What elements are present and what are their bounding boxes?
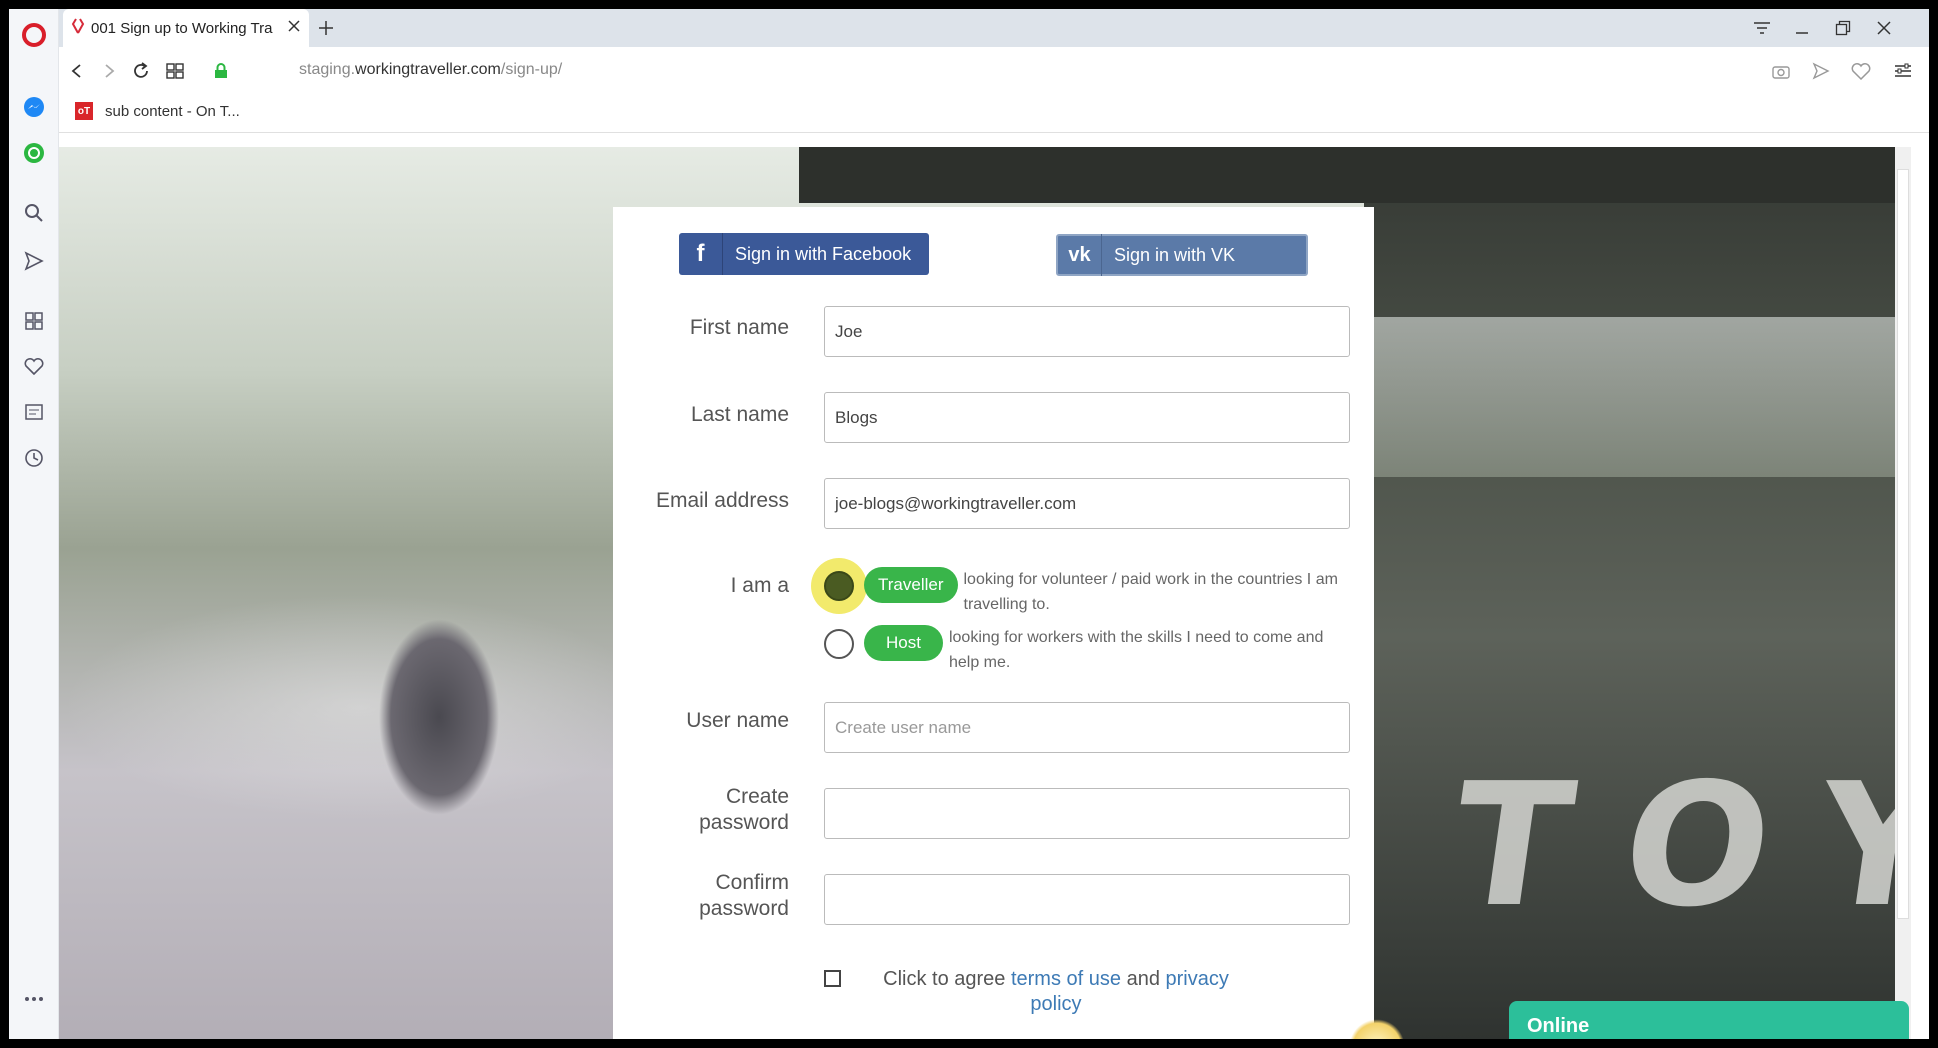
whatsapp-icon[interactable] bbox=[22, 141, 46, 165]
tab-active[interactable]: 001 Sign up to Working Tra bbox=[63, 9, 309, 47]
online-chat-widget[interactable]: Online bbox=[1509, 1001, 1909, 1039]
bookmarks-bar: oT sub content - On T... bbox=[59, 95, 1929, 133]
bookmark-heart-icon[interactable] bbox=[1849, 59, 1873, 83]
signup-form: f Sign in with Facebook vk Sign in with … bbox=[613, 207, 1374, 1039]
reload-icon[interactable] bbox=[129, 59, 153, 83]
tab-menu-icon[interactable] bbox=[1751, 17, 1773, 39]
back-icon[interactable] bbox=[65, 59, 89, 83]
address-bar: staging.workingtraveller.com/sign-up/ bbox=[59, 47, 1929, 95]
confirm-password-label: Confirm password bbox=[699, 870, 789, 922]
tab-strip: 001 Sign up to Working Tra bbox=[59, 9, 1929, 47]
terms-of-use-link[interactable]: terms of use bbox=[1011, 968, 1121, 990]
bookmark-favicon-icon: oT bbox=[75, 102, 93, 120]
traveller-description: looking for volunteer / paid work in the… bbox=[963, 571, 1338, 613]
role-option-traveller[interactable]: Traveller looking for volunteer / paid w… bbox=[824, 567, 1344, 617]
speed-dial-icon[interactable] bbox=[22, 309, 46, 333]
traveller-pill: Traveller bbox=[864, 567, 958, 603]
bookmark-item[interactable]: oT sub content - On T... bbox=[75, 102, 240, 120]
url-field[interactable]: staging.workingtraveller.com/sign-up/ bbox=[299, 61, 562, 79]
vk-icon: vk bbox=[1058, 234, 1102, 276]
role-option-host[interactable]: Host looking for workers with the skills… bbox=[824, 625, 1329, 675]
send-icon[interactable] bbox=[22, 249, 46, 273]
username-label: User name bbox=[686, 709, 789, 732]
scrollbar-thumb[interactable] bbox=[1897, 169, 1909, 919]
opera-logo-icon[interactable] bbox=[22, 23, 46, 47]
facebook-signin-label: Sign in with Facebook bbox=[735, 243, 912, 264]
share-icon[interactable] bbox=[1809, 59, 1833, 83]
background-truck-text: TOYOT bbox=[1440, 747, 1911, 945]
last-name-field[interactable]: Blogs bbox=[824, 392, 1350, 443]
iam-label: I am a bbox=[730, 574, 789, 597]
first-name-label: First name bbox=[689, 316, 789, 339]
easy-setup-icon[interactable] bbox=[1891, 59, 1915, 83]
page-scrollbar[interactable] bbox=[1895, 147, 1911, 1039]
site-favicon-icon bbox=[71, 18, 85, 38]
host-pill: Host bbox=[864, 625, 943, 661]
news-icon[interactable] bbox=[22, 400, 46, 424]
search-icon[interactable] bbox=[22, 201, 46, 225]
url-path: /sign-up/ bbox=[500, 61, 563, 78]
vk-signin-label: Sign in with VK bbox=[1114, 244, 1236, 265]
agree-text: Click to agree terms of use and privacy … bbox=[856, 967, 1256, 1017]
confirm-password-label-line2: password bbox=[699, 897, 789, 920]
facebook-icon: f bbox=[679, 233, 723, 275]
email-field[interactable]: joe-blogs@workingtraveller.com bbox=[824, 478, 1350, 529]
traveller-radio[interactable] bbox=[824, 571, 854, 601]
agree-checkbox[interactable] bbox=[824, 970, 841, 987]
background-photo-hill bbox=[1364, 317, 1911, 477]
create-password-field[interactable] bbox=[824, 788, 1350, 839]
host-description: looking for workers with the skills I ne… bbox=[948, 629, 1324, 671]
minimize-icon[interactable] bbox=[1791, 17, 1813, 39]
username-field[interactable]: Create user name bbox=[824, 702, 1350, 753]
browser-sidebar bbox=[9, 9, 59, 1039]
agree-and: and bbox=[1126, 968, 1160, 990]
confirm-password-label-line1: Confirm bbox=[715, 871, 789, 894]
close-tab-icon[interactable] bbox=[287, 19, 301, 37]
confirm-password-field[interactable] bbox=[824, 874, 1350, 925]
tiles-icon[interactable] bbox=[163, 59, 187, 83]
last-name-label: Last name bbox=[690, 403, 789, 426]
web-page: TOYOT f Sign in with Facebook vk Sign in… bbox=[59, 147, 1911, 1039]
vk-signin-button[interactable]: vk Sign in with VK bbox=[1056, 234, 1308, 276]
new-tab-icon[interactable] bbox=[315, 17, 337, 39]
facebook-signin-button[interactable]: f Sign in with Facebook bbox=[679, 233, 929, 275]
url-domain: workingtraveller.com bbox=[355, 61, 501, 78]
messenger-icon[interactable] bbox=[22, 95, 46, 119]
bookmark-label: sub content - On T... bbox=[105, 102, 240, 120]
email-label: Email address bbox=[655, 489, 789, 512]
restore-icon[interactable] bbox=[1832, 17, 1854, 39]
lock-icon[interactable] bbox=[209, 59, 233, 83]
first-name-field[interactable]: Joe bbox=[824, 306, 1350, 357]
host-radio[interactable] bbox=[824, 629, 854, 659]
heart-icon[interactable] bbox=[22, 354, 46, 378]
camera-icon[interactable] bbox=[1769, 59, 1793, 83]
terms-agreement: Click to agree terms of use and privacy … bbox=[824, 967, 1256, 1017]
url-prefix: staging. bbox=[299, 61, 356, 78]
history-icon[interactable] bbox=[22, 446, 46, 470]
tab-title: 001 Sign up to Working Tra bbox=[91, 19, 273, 37]
agree-prefix: Click to agree bbox=[883, 968, 1006, 990]
forward-icon[interactable] bbox=[97, 59, 121, 83]
browser-window: 001 Sign up to Working Tra staging.worki… bbox=[9, 9, 1929, 1039]
create-password-label-line2: password bbox=[699, 811, 789, 834]
background-photo-person bbox=[349, 587, 529, 857]
close-window-icon[interactable] bbox=[1873, 17, 1895, 39]
more-icon[interactable] bbox=[22, 987, 46, 1011]
create-password-label: Create password bbox=[699, 784, 789, 836]
create-password-label-line1: Create bbox=[725, 785, 789, 808]
background-photo-truck-frame bbox=[799, 147, 1911, 203]
